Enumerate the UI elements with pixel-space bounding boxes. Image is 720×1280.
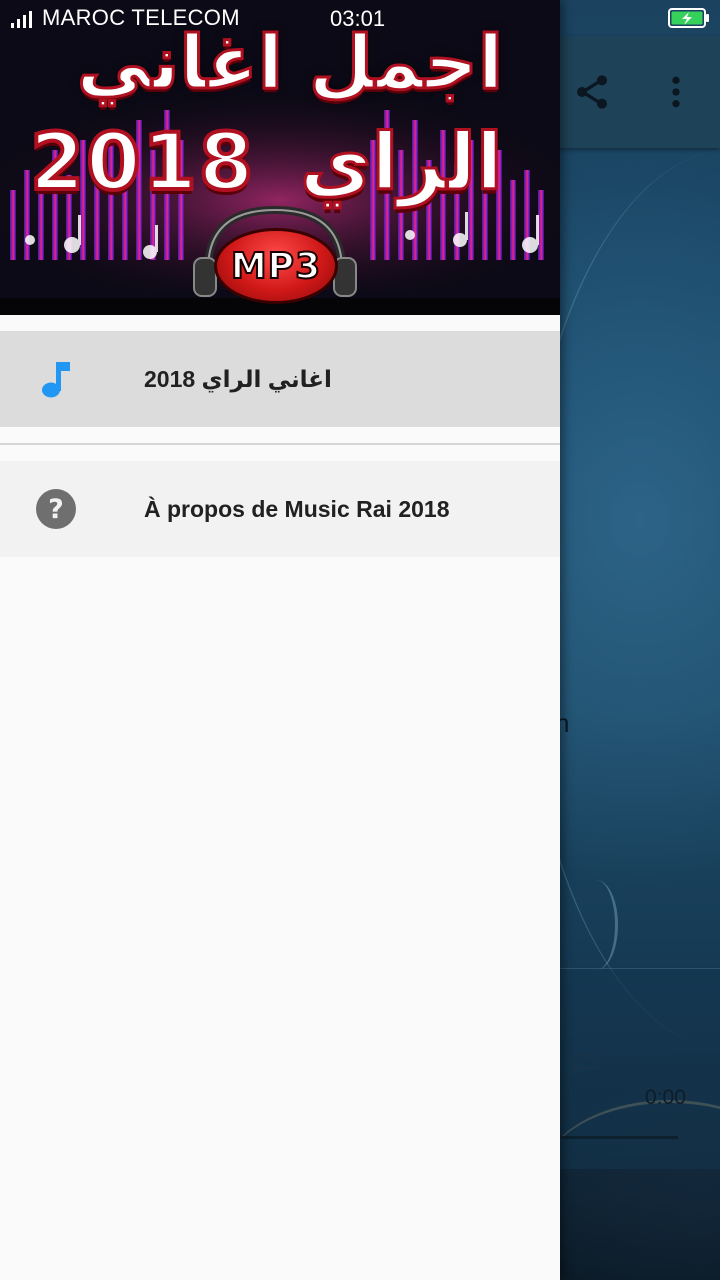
repeat-icon <box>568 1049 600 1075</box>
screen: h 0:00 MAROC TELECOM 03:01 اجمل اغاني 20… <box>0 0 720 1280</box>
status-clock: 03:01 <box>330 6 386 31</box>
player-progress-bar[interactable] <box>560 1136 678 1139</box>
mp3-badge-label: MP3 <box>230 245 322 288</box>
repeat-button[interactable] <box>564 1040 604 1084</box>
more-options-button[interactable] <box>650 66 702 118</box>
svg-text:?: ? <box>48 494 64 525</box>
more-vert-icon <box>672 76 680 108</box>
drawer-divider <box>0 443 560 445</box>
share-button[interactable] <box>566 66 618 118</box>
banner-title-word: الراي <box>299 117 505 210</box>
status-bar: MAROC TELECOM 03:01 <box>0 0 720 36</box>
music-note-icon <box>34 357 78 401</box>
help-circle-icon: ? <box>34 487 78 531</box>
drawer-header-banner: اجمل اغاني 2018 الراي MP3 <box>0 0 560 315</box>
status-left: MAROC TELECOM <box>10 5 240 31</box>
drawer-item-label: À propos de Music Rai 2018 <box>144 495 450 522</box>
player-time: 0:00 <box>645 1086 686 1109</box>
background-decoration <box>575 880 618 970</box>
battery-charging-icon <box>668 8 709 28</box>
drawer-item-rai-songs[interactable]: اغاني الراي 2018 <box>0 331 560 427</box>
mp3-badge: MP3 <box>214 228 338 304</box>
drawer-item-label: اغاني الراي 2018 <box>144 365 332 392</box>
navigation-drawer: اجمل اغاني 2018 الراي MP3 اغاني الراي 20… <box>0 0 560 1280</box>
carrier-name: MAROC TELECOM <box>42 5 240 30</box>
share-icon <box>577 75 607 109</box>
drawer-spacer <box>0 315 560 332</box>
signal-icon <box>11 11 32 28</box>
banner-title-year: 2018 <box>28 116 256 210</box>
drawer-item-about[interactable]: ? À propos de Music Rai 2018 <box>0 461 560 557</box>
